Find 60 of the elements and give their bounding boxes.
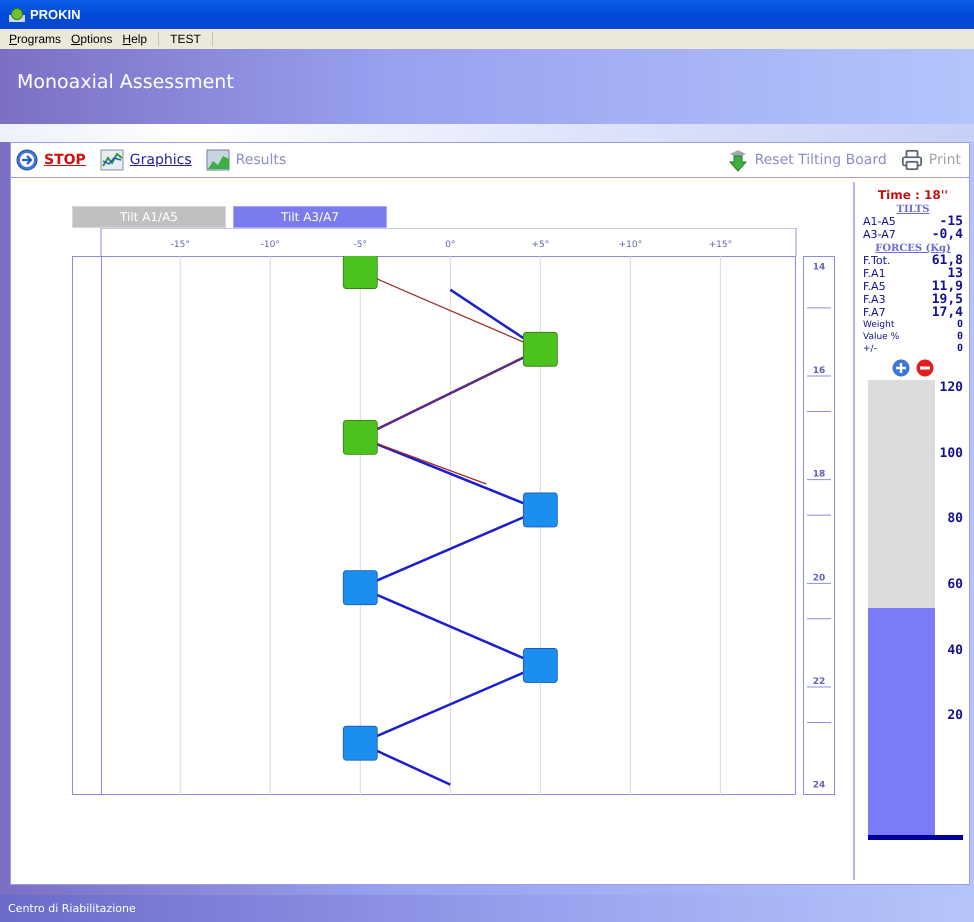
readout-value: -0,4 bbox=[932, 228, 963, 241]
time-tick-label: 16 bbox=[812, 366, 826, 376]
tilt-tick-label: -15° bbox=[170, 240, 190, 250]
time-tick-label: 24 bbox=[812, 780, 826, 791]
tilt-tick-label: 0° bbox=[445, 240, 456, 250]
forces-heading: FORCES (Kg) bbox=[874, 243, 952, 254]
window-title: PROKIN bbox=[30, 7, 81, 22]
time-tick-label: 22 bbox=[812, 676, 826, 687]
tilt-tick-label: -10° bbox=[260, 240, 280, 250]
app-icon bbox=[8, 6, 26, 23]
printer-icon bbox=[900, 149, 923, 171]
menu-item[interactable]: TEST bbox=[165, 32, 206, 46]
down-arrow-icon bbox=[726, 148, 749, 172]
readout-value: 0 bbox=[956, 319, 963, 330]
minus-icon[interactable] bbox=[916, 359, 934, 377]
readout-label: F.A5 bbox=[863, 280, 886, 293]
stop-link[interactable]: STOP bbox=[16, 149, 86, 171]
readout-value: 17,4 bbox=[932, 306, 963, 319]
gauge-scale-label: 120 bbox=[940, 380, 963, 395]
menu-item[interactable]: Options bbox=[66, 32, 118, 46]
readout-value: -15 bbox=[940, 215, 963, 228]
time-tick-label: 18 bbox=[812, 470, 826, 480]
arrow-right-circle-icon bbox=[16, 149, 38, 171]
graphics-link[interactable]: Graphics bbox=[100, 149, 192, 171]
tilt-tick-label: +5° bbox=[531, 240, 550, 250]
readout-value: 19,5 bbox=[932, 293, 963, 306]
readout-value: 11,9 bbox=[932, 280, 963, 293]
menu-item[interactable]: Help bbox=[117, 32, 152, 46]
gauge-scale-label: 60 bbox=[947, 576, 963, 592]
tilt-tick-label: +15° bbox=[708, 240, 732, 250]
readout-value: 0 bbox=[956, 343, 963, 354]
gauge-scale-label: 80 bbox=[947, 511, 963, 526]
status-text: Centro di Riabilitazione bbox=[8, 902, 136, 915]
gauge-scale-label: 40 bbox=[947, 642, 963, 658]
elapsed-time: Time : 18'' bbox=[876, 188, 950, 202]
gauge-scale-label: 100 bbox=[940, 446, 963, 461]
menu-item[interactable]: Programs bbox=[4, 32, 66, 46]
plus-icon[interactable] bbox=[892, 359, 910, 377]
tilt-tick-label: -5° bbox=[354, 240, 368, 250]
gauge-scale-label: 20 bbox=[947, 708, 963, 724]
readout-label: Value % bbox=[863, 332, 900, 343]
time-tick-label: 20 bbox=[812, 573, 826, 584]
readout-label: A1-A5 bbox=[863, 215, 896, 228]
line-chart-icon bbox=[100, 149, 124, 171]
readout-label: A3-A7 bbox=[863, 228, 896, 241]
readout-label: F.Tot. bbox=[863, 254, 890, 267]
tilts-heading: TILTS bbox=[896, 204, 930, 215]
readout-label: Weight bbox=[863, 320, 894, 331]
readout-value: 0 bbox=[956, 331, 963, 342]
tilt-tick-label: +10° bbox=[618, 240, 642, 250]
readout-value: 61,8 bbox=[932, 254, 963, 267]
readout-label: F.A7 bbox=[863, 306, 886, 319]
readout-label: F.A1 bbox=[863, 267, 886, 280]
tab[interactable]: Tilt A3/A7 bbox=[233, 206, 387, 228]
readout-label: F.A3 bbox=[863, 293, 886, 306]
readout-value: 13 bbox=[947, 267, 963, 280]
time-tick-label: 14 bbox=[812, 262, 826, 272]
area-chart-icon bbox=[206, 149, 230, 171]
page-title: Monoaxial Assessment bbox=[17, 71, 234, 93]
readout-label: +/- bbox=[863, 344, 877, 355]
